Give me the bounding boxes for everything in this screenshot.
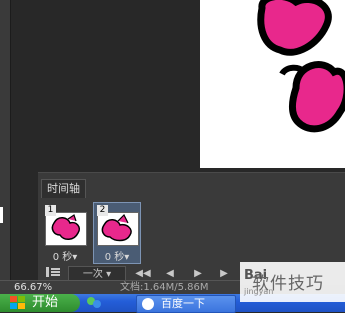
windows-logo-icon: [10, 296, 25, 309]
tab-timeline[interactable]: 时间轴: [41, 179, 86, 198]
browser-icon: [142, 298, 154, 310]
document-canvas[interactable]: [200, 0, 345, 168]
watermark-text: 软件技巧: [252, 274, 324, 294]
tools-panel-edge: [0, 0, 11, 280]
frame-number: 2: [97, 205, 108, 216]
status-bar: 66.67% 文档:1.64M/5.86M: [0, 280, 240, 295]
zoom-level[interactable]: 66.67%: [14, 281, 52, 295]
panel-marker: [0, 207, 3, 223]
watermark: Bai jingyan 软件技巧: [240, 262, 345, 302]
loop-options-label: 一次: [82, 269, 103, 280]
frame-thumbnail: [97, 212, 139, 246]
pink-shape-artwork: [257, 0, 345, 133]
frame-delay-dropdown[interactable]: 0 秒▾: [42, 248, 88, 263]
document-size-info[interactable]: 文档:1.64M/5.86M: [120, 281, 209, 295]
timeline-frame-1[interactable]: 1 0 秒▾: [41, 202, 89, 264]
start-label: 开始: [32, 295, 59, 310]
timeline-frame-2[interactable]: 2 0 秒▾: [93, 202, 141, 264]
messenger-icon[interactable]: [86, 296, 102, 310]
taskbar-item-label: 百度一下: [161, 297, 205, 310]
frame-delay-dropdown[interactable]: 0 秒▾: [94, 248, 140, 263]
frame-number: 1: [45, 205, 56, 216]
start-button[interactable]: 开始: [0, 294, 80, 312]
frame-thumbnail: [45, 212, 87, 246]
taskbar-item-baidu[interactable]: 百度一下: [136, 295, 236, 313]
